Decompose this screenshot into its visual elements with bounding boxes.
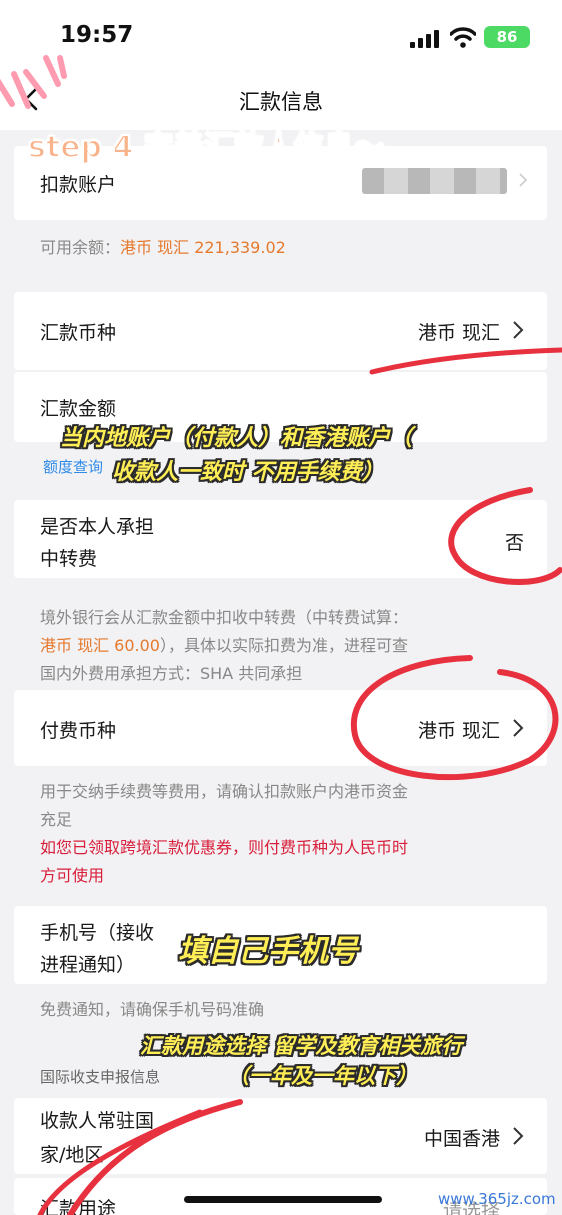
- chevron-right-icon: [513, 321, 524, 339]
- coupon-note-line2: 方可使用: [40, 866, 105, 885]
- pay-note-line1: 用于交纳手续费等费用，请确认扣款账户内港币资金: [40, 782, 409, 801]
- bear-fee-label-1: 是否本人承担: [40, 516, 155, 538]
- purpose-tip-line1: 汇款用途选择 留学及教育相关旅行: [140, 1034, 463, 1058]
- quota-query-link[interactable]: 额度查询: [43, 456, 103, 477]
- pay-currency-value: 港币 现汇: [417, 720, 500, 742]
- amount-label: 汇款金额: [40, 398, 117, 420]
- fee-note-line2: 港币 现汇 60.00），具体以实际扣费为准，进程可查: [40, 632, 550, 660]
- step-annotation: step 4 完善汇款人信息～: [27, 129, 385, 166]
- fee-note-rest: ），具体以实际扣费为准，进程可查: [159, 636, 408, 655]
- available-balance: 可用余额：港币 现汇 221,339.02: [40, 234, 286, 262]
- wifi-icon: [450, 27, 476, 48]
- fee-tip-line1: 当内地账户（付款人）和香港账户（: [60, 426, 413, 451]
- fee-note: 境外银行会从汇款金额中扣收中转费（中转费试算： 港币 现汇 60.00），具体以…: [40, 604, 550, 688]
- phone-tip: 填自己手机号: [178, 934, 358, 969]
- coupon-note-line1: 如您已领取跨境汇款优惠券，则付费币种为人民币时: [40, 838, 409, 857]
- signal-icon: [410, 30, 439, 48]
- battery-icon: 86: [484, 26, 530, 48]
- pay-note-line2: 充足: [40, 810, 73, 829]
- chevron-right-icon: [513, 1127, 524, 1145]
- status-time: 19:57: [60, 22, 134, 48]
- intl-section-title: 国际收支申报信息: [40, 1068, 161, 1086]
- residence-label-1: 收款人常驻国: [40, 1110, 155, 1132]
- currency-label: 汇款币种: [40, 322, 117, 344]
- currency-value: 港币 现汇: [417, 322, 500, 344]
- watermark: www.365jz.com: [438, 1190, 556, 1208]
- chevron-right-icon: [513, 719, 524, 737]
- fee-note-line1: 境外银行会从汇款金额中扣收中转费（中转费试算：: [40, 608, 409, 627]
- balance-amount: 港币 现汇 221,339.02: [120, 238, 286, 257]
- residence-value: 中国香港: [423, 1128, 500, 1150]
- fee-trial-amount: 港币 现汇 60.00: [40, 636, 160, 655]
- balance-prefix: 可用余额：: [40, 238, 121, 257]
- purpose-tip-line2: （一年及一年以下）: [228, 1064, 417, 1088]
- phone-note: 免费通知，请确保手机号码准确: [40, 1000, 265, 1019]
- phone-label-2: 进程通知）: [40, 954, 136, 976]
- phone-label-1: 手机号（接收: [40, 922, 155, 944]
- chevron-right-icon: [519, 173, 528, 187]
- bear-fee-label-2: 中转费: [40, 548, 98, 570]
- pay-note: 用于交纳手续费等费用，请确认扣款账户内港币资金 充足 如您已领取跨境汇款优惠券，…: [40, 778, 550, 890]
- pay-currency-label: 付费币种: [40, 720, 117, 742]
- debit-account-label: 扣款账户: [40, 174, 117, 196]
- bear-fee-value: 否: [504, 532, 524, 554]
- home-indicator: [184, 1196, 382, 1203]
- page-title: 汇款信息: [239, 90, 323, 114]
- fee-tip-line2: 收款人一致时 不用手续费）: [112, 460, 384, 485]
- fee-note-line3: 国内外费用承担方式：SHA 共同承担: [40, 664, 303, 683]
- masked-account-number: [362, 168, 507, 194]
- purpose-label: 汇款用途: [40, 1198, 117, 1215]
- residence-label-2: 家/地区: [40, 1144, 104, 1166]
